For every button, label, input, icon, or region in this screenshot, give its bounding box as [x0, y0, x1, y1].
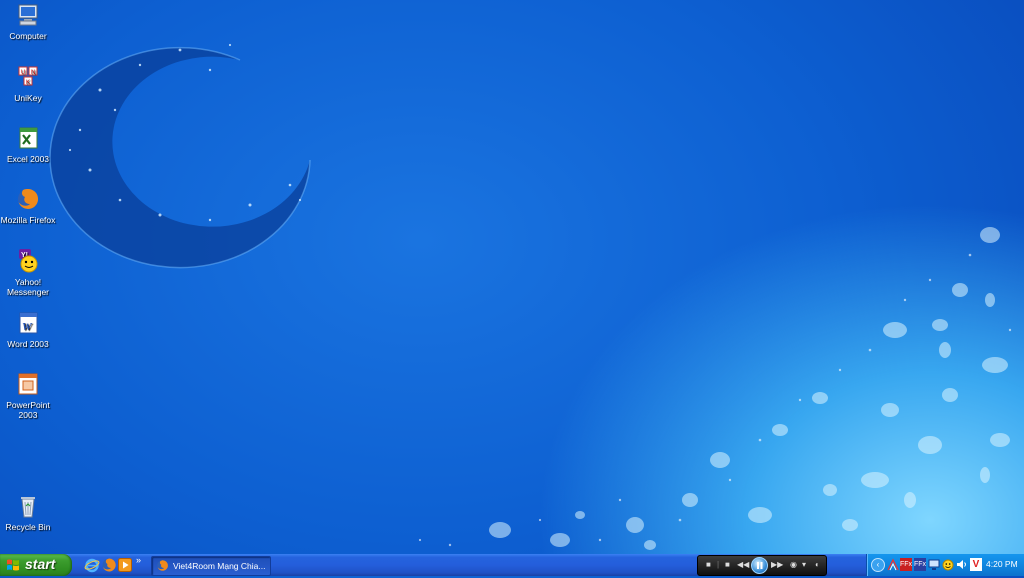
desktop-icon-word[interactable]: W Word 2003 [0, 310, 60, 349]
media-restore-button[interactable]: ◐ [815, 560, 820, 570]
desktop-wallpaper [49, 43, 1012, 550]
yahoo-messenger-icon: Y! [15, 248, 41, 274]
clock[interactable]: 4:20 PM [986, 559, 1018, 569]
messenger-tray-icon[interactable] [942, 558, 954, 571]
media-volume-button[interactable]: ◉ [790, 560, 797, 570]
svg-text:N: N [31, 70, 35, 76]
powerpoint-icon [15, 371, 41, 397]
volume-icon[interactable] [956, 558, 968, 571]
desktop-icon-recycle-bin[interactable]: Recycle Bin [0, 493, 60, 532]
firefox-quick-launch-icon[interactable] [101, 557, 117, 573]
media-options-button[interactable]: ▾ [802, 560, 806, 570]
desktop-icon-excel[interactable]: Excel 2003 [0, 125, 60, 164]
media-next-button[interactable]: ▶▶ [771, 560, 783, 570]
word-icon: W [15, 310, 41, 336]
media-separator: | [717, 560, 720, 569]
antivirus-icon[interactable]: V [970, 558, 982, 571]
firefox-icon [157, 560, 168, 571]
taskbar: start » Viet4Room Mạng Chia... ■ | ■ ◀◀ … [0, 554, 1024, 576]
desktop-icon-yahoo-messenger[interactable]: Y! Yahoo! Messenger [0, 248, 60, 297]
ffx-icon[interactable]: FFx [900, 558, 912, 571]
svg-text:K: K [26, 80, 30, 86]
desktop-icon-powerpoint[interactable]: PowerPoint 2003 [0, 371, 60, 420]
desktop-icon-computer[interactable]: Computer [0, 2, 60, 41]
pause-icon [757, 562, 763, 569]
start-button[interactable]: start [0, 554, 72, 576]
media-player-toolbar: ■ | ■ ◀◀ ▶▶ ◉ ▾ ◐ [697, 555, 827, 576]
desktop-icon-firefox[interactable]: Mozilla Firefox [0, 186, 60, 225]
firefox-icon [15, 186, 41, 212]
network-icon[interactable] [887, 558, 899, 571]
svg-text:W: W [22, 321, 33, 333]
media-stop-button-2[interactable]: ■ [725, 560, 730, 570]
windows-logo-icon [7, 559, 19, 571]
media-play-pause-button[interactable] [751, 557, 768, 574]
start-label: start [25, 556, 56, 572]
display-icon[interactable] [928, 558, 940, 571]
taskbar-task-firefox[interactable]: Viet4Room Mạng Chia... [151, 556, 271, 576]
media-stop-button[interactable]: ■ [706, 560, 711, 570]
quick-launch-more-button[interactable]: » [136, 555, 141, 565]
desktop-icon-unikey[interactable]: UNK UniKey [0, 64, 60, 103]
svg-text:U: U [21, 70, 25, 76]
task-label: Viet4Room Mạng Chia... [173, 561, 266, 571]
computer-icon [15, 2, 41, 28]
media-player-icon[interactable] [117, 557, 133, 573]
ffx-icon-2[interactable]: FFx [914, 558, 926, 571]
internet-explorer-icon[interactable] [84, 557, 100, 573]
show-hidden-icons-button[interactable]: ‹ [871, 558, 885, 572]
excel-icon [15, 125, 41, 151]
crescent-moon [50, 47, 311, 268]
system-tray: ‹ FFx FFx V 4:20 PM [866, 554, 1024, 576]
recycle-bin-icon [15, 493, 41, 519]
unikey-icon: UNK [15, 64, 41, 90]
media-previous-button[interactable]: ◀◀ [737, 560, 749, 570]
